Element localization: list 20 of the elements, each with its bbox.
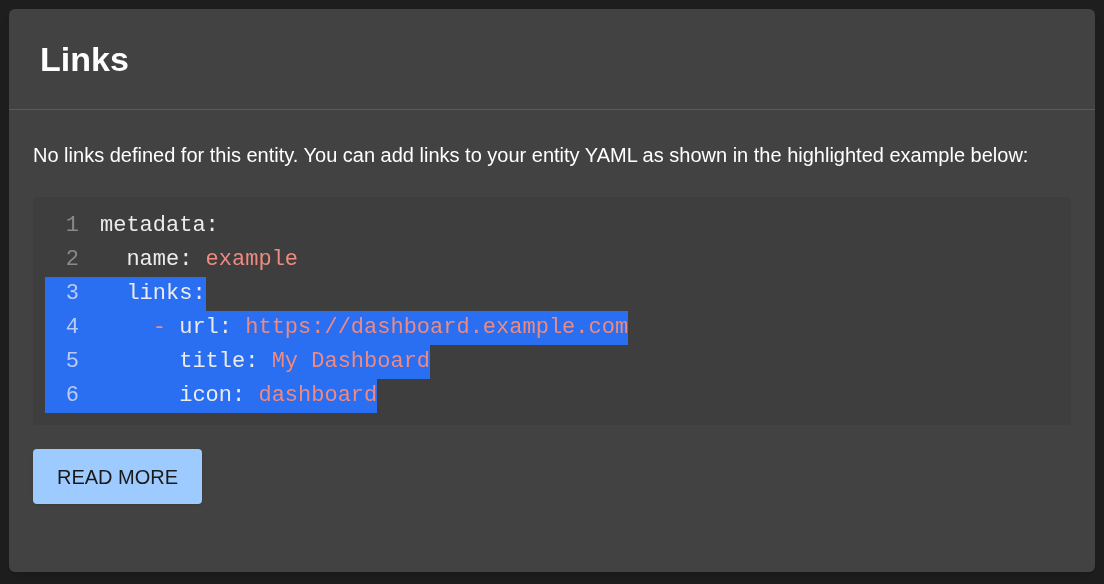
line-number: 4 <box>64 314 80 342</box>
list-marker: - <box>151 314 166 342</box>
code-key: title: <box>100 345 259 379</box>
line-number: 5 <box>64 348 80 376</box>
code-key: links: <box>100 277 206 311</box>
code-value: example <box>204 246 299 274</box>
read-more-button[interactable]: READ MORE <box>33 449 203 504</box>
code-value: dashboard <box>257 382 378 410</box>
line-number: 1 <box>64 212 80 240</box>
message-text: No links defined for this entity. You can add links to your entity YAML as shown in the highlighted example below: <box>33 143 1030 168</box>
code-key: name: <box>100 243 193 277</box>
code-key: url: <box>166 311 233 345</box>
card-title: Links <box>40 38 129 80</box>
code-value: https://dashboard.example.com <box>244 314 629 342</box>
line-number: 6 <box>64 382 80 410</box>
line-number: 2 <box>64 246 80 274</box>
code-key: icon: <box>100 379 246 413</box>
code-key: metadata: <box>100 209 219 243</box>
code-value: My Dashboard <box>270 348 431 376</box>
line-number: 3 <box>64 280 80 308</box>
